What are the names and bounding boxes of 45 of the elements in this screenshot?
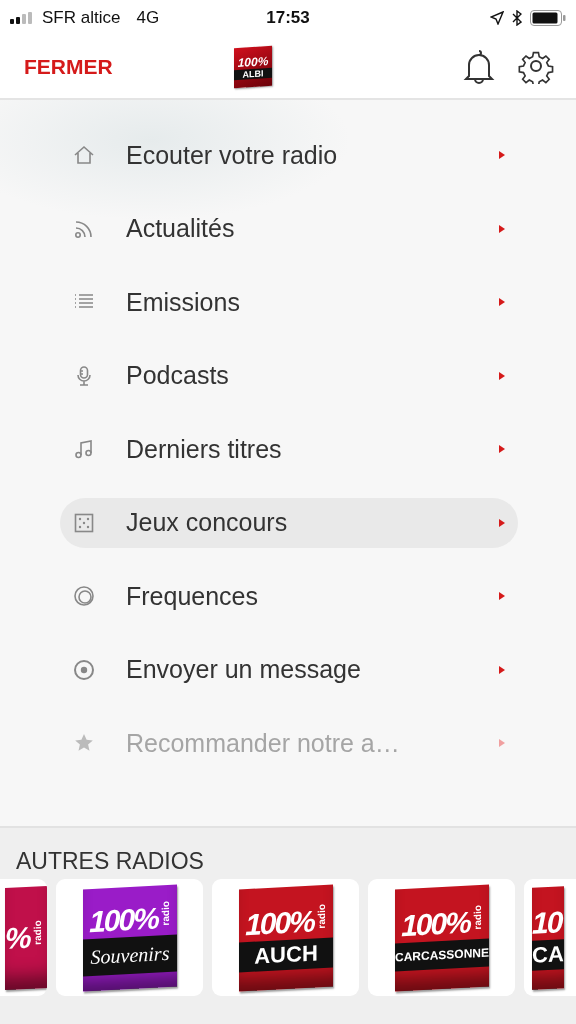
logo-station: ALBI	[234, 67, 272, 81]
menu-item[interactable]: Envoyer un message	[60, 644, 518, 695]
menu-item[interactable]: Actualités	[60, 203, 518, 254]
battery-icon	[530, 10, 566, 26]
circles-icon	[72, 584, 96, 608]
logo-tag: radio	[159, 899, 171, 925]
logo-tag: radio	[315, 903, 327, 929]
bluetooth-icon	[512, 10, 522, 26]
menu-item[interactable]: Emissions	[60, 277, 518, 327]
chevron-icon	[498, 370, 506, 381]
chevron-icon	[498, 150, 506, 160]
target-icon	[72, 657, 96, 682]
logo-brand: %	[5, 920, 30, 956]
menu-item[interactable]: Frequences	[60, 571, 518, 621]
clock-time: 17:53	[266, 8, 310, 28]
station-card[interactable]: 100% radio CARCASSONNE	[368, 879, 515, 996]
home-icon	[72, 143, 96, 167]
station-card[interactable]: % radio	[0, 879, 47, 996]
logo-brand: 10	[532, 904, 562, 941]
menu-item[interactable]: Jeux concours	[60, 497, 518, 548]
chevron-icon	[498, 223, 506, 234]
chevron-icon	[498, 738, 506, 748]
network-type: 4G	[136, 8, 160, 28]
menu-item[interactable]: Podcasts	[60, 350, 518, 401]
logo-station: AUCH	[238, 937, 333, 972]
chevron-icon	[498, 444, 506, 454]
close-button[interactable]: FERMER	[24, 55, 234, 79]
logo-station: Souvenirs	[82, 933, 177, 976]
location-arrow-icon	[490, 11, 504, 25]
chevron-icon	[498, 664, 506, 675]
section-title: AUTRES RADIOS	[15, 847, 205, 872]
carrier-name: SFR altice	[42, 8, 121, 28]
menu-item[interactable]: Derniers titres	[60, 424, 518, 474]
logo-tag: radio	[31, 919, 43, 945]
station-card[interactable]: 100% radio Souvenirs	[56, 879, 203, 996]
station-card[interactable]: 100% radio AUCH	[212, 879, 359, 996]
chevron-icon	[498, 297, 506, 307]
station-card[interactable]: 10 CA	[524, 879, 576, 996]
logo-tag: radio	[471, 904, 483, 930]
logo-station: CA	[532, 938, 564, 971]
bell-icon[interactable]	[462, 48, 496, 86]
chevron-icon	[498, 517, 506, 528]
logo-station: CARCASSONNE	[394, 938, 489, 971]
chevron-icon	[498, 591, 506, 601]
menu-item[interactable]: Ecouter votre radio	[60, 130, 518, 180]
